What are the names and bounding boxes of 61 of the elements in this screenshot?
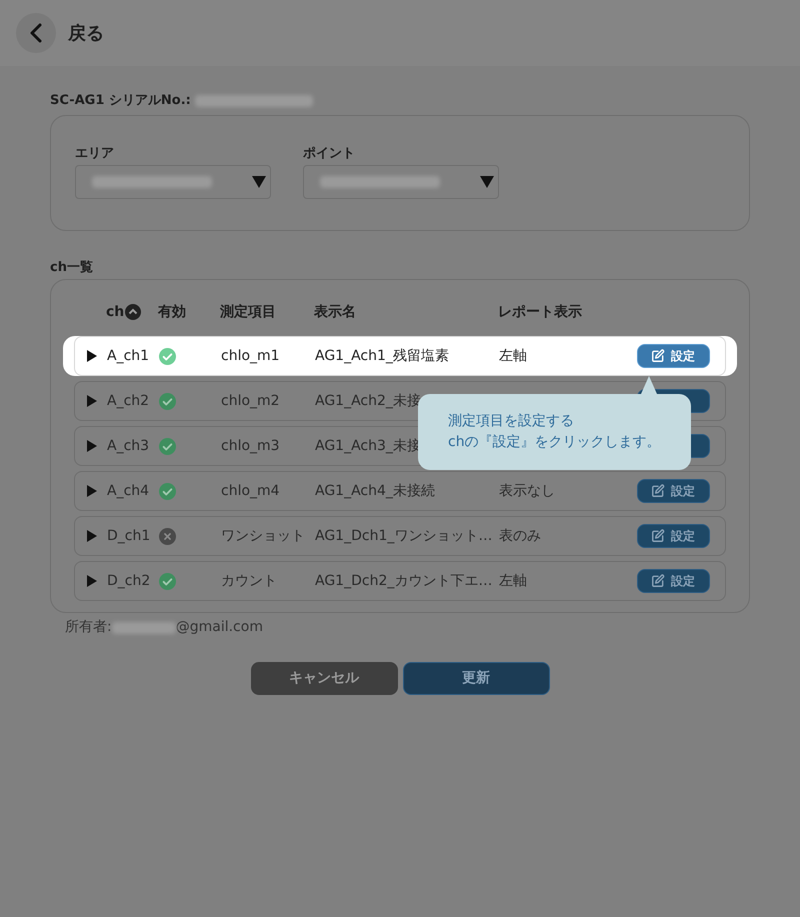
settings-button[interactable]: 設定 xyxy=(637,524,710,548)
sort-up-icon[interactable] xyxy=(125,304,142,320)
channel-row[interactable]: A_ch1 chlo_m1 AG1_Ach1_残留塩素 左軸 設定 xyxy=(74,336,726,376)
settings-button[interactable]: 設定 xyxy=(637,479,710,503)
filter-label: ポイント xyxy=(303,144,356,162)
report-display: 左軸 xyxy=(499,572,527,590)
tooltip-text: chの『設定』をクリックします。 xyxy=(448,433,661,452)
channel-row[interactable]: D_ch2 カウント AG1_Dch2_カウント下エ… 左軸 設定 xyxy=(74,561,726,601)
owner-email-domain: @gmail.com xyxy=(176,618,263,637)
channel-id: A_ch2 xyxy=(107,392,150,410)
check-circle-icon xyxy=(159,348,176,364)
update-button[interactable]: 更新 xyxy=(402,662,550,695)
channel-row[interactable]: A_ch4 chlo_m4 AG1_Ach4_未接続 表示なし 設定 xyxy=(74,471,726,511)
redacted-email xyxy=(112,622,176,634)
settings-button[interactable]: 設定 xyxy=(637,344,710,368)
check-circle-icon xyxy=(159,392,176,410)
back-button[interactable] xyxy=(16,13,56,53)
channel-id: A_ch3 xyxy=(107,436,150,456)
chevron-left-icon xyxy=(29,23,43,43)
measurement-item: chlo_m2 xyxy=(221,392,280,410)
filter-label: エリア xyxy=(75,144,115,162)
display-name: AG1_Ach2_未接 xyxy=(315,392,421,410)
column-header: 測定項目 xyxy=(220,302,276,322)
column-header: レポート表示 xyxy=(498,302,582,322)
measurement-item: chlo_m3 xyxy=(221,436,280,456)
settings-button[interactable]: 設定 xyxy=(637,569,710,593)
report-display: 左軸 xyxy=(499,346,527,366)
report-display: 表のみ xyxy=(499,526,541,546)
back-label[interactable]: 戻る xyxy=(68,20,104,46)
list-title: ch一覧 xyxy=(50,258,94,276)
check-circle-icon xyxy=(159,572,176,590)
check-circle-icon xyxy=(159,438,176,454)
dropdown-arrow-icon xyxy=(252,176,266,188)
check-circle-icon xyxy=(159,482,176,500)
display-name: AG1_Dch2_カウント下エ… xyxy=(315,572,492,590)
channel-id: D_ch1 xyxy=(107,526,150,546)
measurement-item: ワンショット xyxy=(221,526,305,546)
edit-icon xyxy=(651,484,665,498)
channel-id: A_ch4 xyxy=(107,482,150,500)
column-header: 有効 xyxy=(158,302,186,322)
edit-icon xyxy=(651,574,665,588)
dropdown-arrow-icon xyxy=(480,176,494,188)
display-name: AG1_Ach4_未接続 xyxy=(315,482,435,500)
channel-id: D_ch2 xyxy=(107,572,150,590)
expand-triangle-icon[interactable] xyxy=(87,350,97,362)
report-display: 表示なし xyxy=(499,482,555,500)
owner-label: 所有者: xyxy=(65,618,112,637)
column-header: 表示名 xyxy=(314,302,356,322)
measurement-item: chlo_m1 xyxy=(221,346,280,366)
display-name: AG1_Dch1_ワンショット… xyxy=(315,526,492,546)
measurement-item: chlo_m4 xyxy=(221,482,280,500)
serial-label: SC-AG1 シリアルNo.: xyxy=(50,92,191,110)
edit-icon xyxy=(651,349,665,363)
measurement-item: カウント xyxy=(221,572,277,590)
channel-id: A_ch1 xyxy=(107,346,150,366)
channel-row[interactable]: D_ch1 ワンショット AG1_Dch1_ワンショット… 表のみ 設定 xyxy=(74,516,726,556)
x-circle-icon xyxy=(159,528,176,544)
edit-icon xyxy=(651,529,665,543)
display-name: AG1_Ach1_残留塩素 xyxy=(315,346,449,366)
cancel-button[interactable]: キャンセル xyxy=(250,662,398,695)
column-header[interactable]: ch xyxy=(106,302,124,322)
